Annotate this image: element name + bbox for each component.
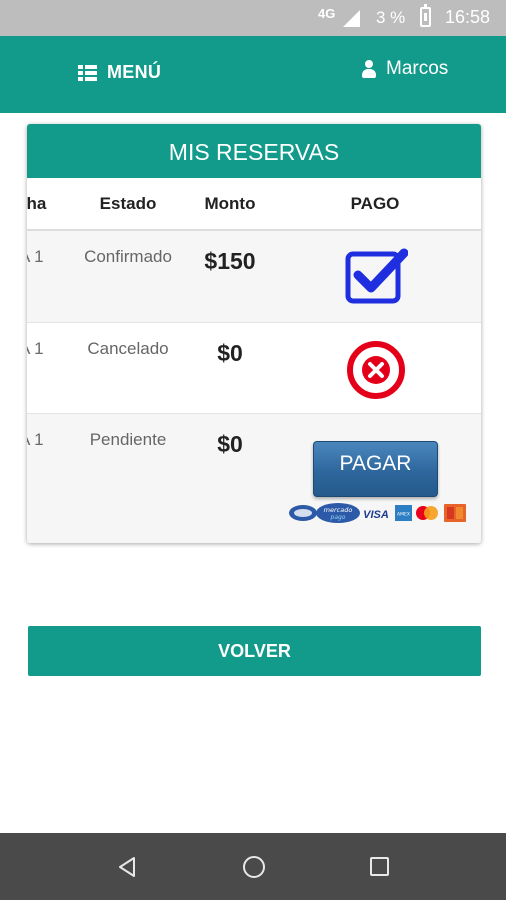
battery-icon [420,4,431,27]
reservations-card: MIS RESERVAS cha Estado Monto PAGO A 1 C… [27,124,481,543]
user-icon [362,60,376,78]
cell-fecha: A 1 [27,247,44,266]
cell-fecha: A 1 [27,430,44,449]
recent-apps-square-icon[interactable] [370,857,389,876]
network-type: 4G [318,6,336,21]
app-header: MENÚ Marcos [0,36,506,113]
payment-methods-logos: mercado pago VISA AMEX [289,503,466,523]
column-header-monto: Monto [204,194,256,213]
clock: 16:58 [445,7,491,27]
table-row: A 1 Pendiente $0 PAGAR mercado pago VISA… [27,414,481,543]
cell-estado: Confirmado [84,247,172,266]
cell-monto: $0 [217,340,243,366]
back-triangle-icon[interactable] [117,856,139,878]
menu-button[interactable]: MENÚ [78,62,161,83]
cell-monto: $150 [204,248,256,274]
menu-list-icon [78,64,97,81]
amex-logo: AMEX [397,512,410,518]
status-bar: 4G 3 % 16:58 [0,0,506,36]
mercadopago-logo-bottom: pago [330,514,346,521]
cell-fecha: A 1 [27,339,44,358]
table-row: A 1 Confirmado $150 [27,231,481,323]
menu-label: MENÚ [107,62,162,82]
cell-monto: $0 [217,431,243,457]
battery-percent: 3 % [376,8,406,27]
cell-estado: Cancelado [87,339,169,358]
visa-logo: VISA [363,509,389,521]
cancel-icon [347,341,405,399]
system-navigation-bar [0,833,506,900]
user-button[interactable]: Marcos [362,58,448,80]
cell-estado: Pendiente [89,430,167,449]
pay-button[interactable]: PAGAR [313,441,438,497]
column-header-estado: Estado [99,194,157,213]
column-header-pago: PAGO [350,194,400,213]
card-title: MIS RESERVAS [27,124,481,178]
mercadopago-logo-top: mercado [324,506,353,514]
table-header: cha Estado Monto PAGO [27,178,481,231]
signal-icon [343,10,360,27]
table-row: A 1 Cancelado $0 [27,323,481,414]
back-button[interactable]: VOLVER [28,626,481,676]
column-header-fecha: cha [27,194,47,213]
user-name: Marcos [386,58,449,79]
check-icon [345,248,408,304]
home-circle-icon[interactable] [243,856,265,878]
